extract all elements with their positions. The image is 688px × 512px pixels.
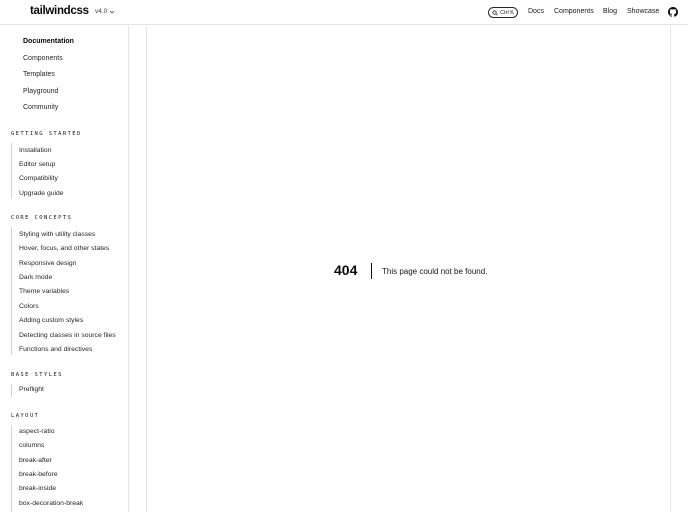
- sidebar: Documentation Components Templates Playg…: [0, 26, 129, 512]
- logo[interactable]: tailwindcss: [30, 5, 89, 17]
- error-code: 404: [334, 262, 358, 278]
- chevron-down-icon: [110, 10, 115, 13]
- sidebar-item-break-before[interactable]: break-before: [19, 471, 58, 478]
- sidebar-item-break-after[interactable]: break-after: [19, 457, 52, 464]
- nav-docs[interactable]: Docs: [528, 8, 544, 15]
- sidebar-item-styling-utility[interactable]: Styling with utility classes: [19, 231, 95, 238]
- sidebar-link-templates[interactable]: Templates: [23, 71, 55, 78]
- section-layout: aspect-ratio columns break-after break-b…: [11, 425, 83, 512]
- section-title-layout: LAYOUT: [11, 413, 40, 419]
- nav-blog[interactable]: Blog: [603, 8, 617, 15]
- sidebar-item-custom-styles[interactable]: Adding custom styles: [19, 317, 83, 324]
- search-button[interactable]: Ctrl K: [488, 7, 518, 18]
- sidebar-link-documentation[interactable]: Documentation: [23, 38, 74, 45]
- search-icon: [492, 9, 498, 16]
- sidebar-item-editor-setup[interactable]: Editor setup: [19, 161, 55, 168]
- sidebar-item-responsive[interactable]: Responsive design: [19, 260, 76, 267]
- sidebar-link-playground[interactable]: Playground: [23, 88, 58, 95]
- section-title-core-concepts: CORE CONCEPTS: [11, 215, 73, 221]
- nav-showcase[interactable]: Showcase: [627, 8, 659, 15]
- section-title-base-styles: BASE STYLES: [11, 372, 63, 378]
- sidebar-item-theme-variables[interactable]: Theme variables: [19, 288, 69, 295]
- version-label: v4.0: [95, 8, 108, 15]
- sidebar-item-aspect-ratio[interactable]: aspect-ratio: [19, 428, 55, 435]
- sidebar-item-compatibility[interactable]: Compatibility: [19, 175, 58, 182]
- sidebar-item-detecting-classes[interactable]: Detecting classes in source files: [19, 332, 116, 339]
- section-base-styles: Preflight: [11, 384, 44, 397]
- top-header: tailwindcss v4.0 Ctrl K Docs Components …: [0, 0, 688, 25]
- sidebar-item-dark-mode[interactable]: Dark mode: [19, 274, 52, 281]
- error-message: This page could not be found.: [382, 267, 488, 276]
- sidebar-item-break-inside[interactable]: break-inside: [19, 485, 56, 492]
- error-divider: [371, 263, 372, 279]
- section-title-getting-started: GETTING STARTED: [11, 131, 82, 137]
- sidebar-link-components[interactable]: Components: [23, 55, 63, 62]
- sidebar-item-box-decoration-break[interactable]: box-decoration-break: [19, 500, 83, 507]
- version-selector[interactable]: v4.0: [95, 8, 115, 15]
- content-left-border: [146, 26, 147, 512]
- github-icon[interactable]: [668, 7, 678, 17]
- sidebar-item-colors[interactable]: Colors: [19, 303, 39, 310]
- sidebar-link-community[interactable]: Community: [23, 104, 58, 111]
- nav-components[interactable]: Components: [554, 8, 594, 15]
- sidebar-item-preflight[interactable]: Preflight: [19, 386, 44, 393]
- search-shortcut: Ctrl K: [500, 9, 514, 16]
- content-right-border: [670, 26, 671, 512]
- sidebar-item-hover-focus[interactable]: Hover, focus, and other states: [19, 245, 109, 252]
- section-core-concepts: Styling with utility classes Hover, focu…: [11, 227, 116, 355]
- sidebar-item-functions-directives[interactable]: Functions and directives: [19, 346, 92, 353]
- sidebar-item-columns[interactable]: columns: [19, 442, 44, 449]
- section-getting-started: Installation Editor setup Compatibility …: [11, 143, 64, 199]
- sidebar-item-upgrade-guide[interactable]: Upgrade guide: [19, 190, 64, 197]
- sidebar-item-installation[interactable]: Installation: [19, 147, 52, 154]
